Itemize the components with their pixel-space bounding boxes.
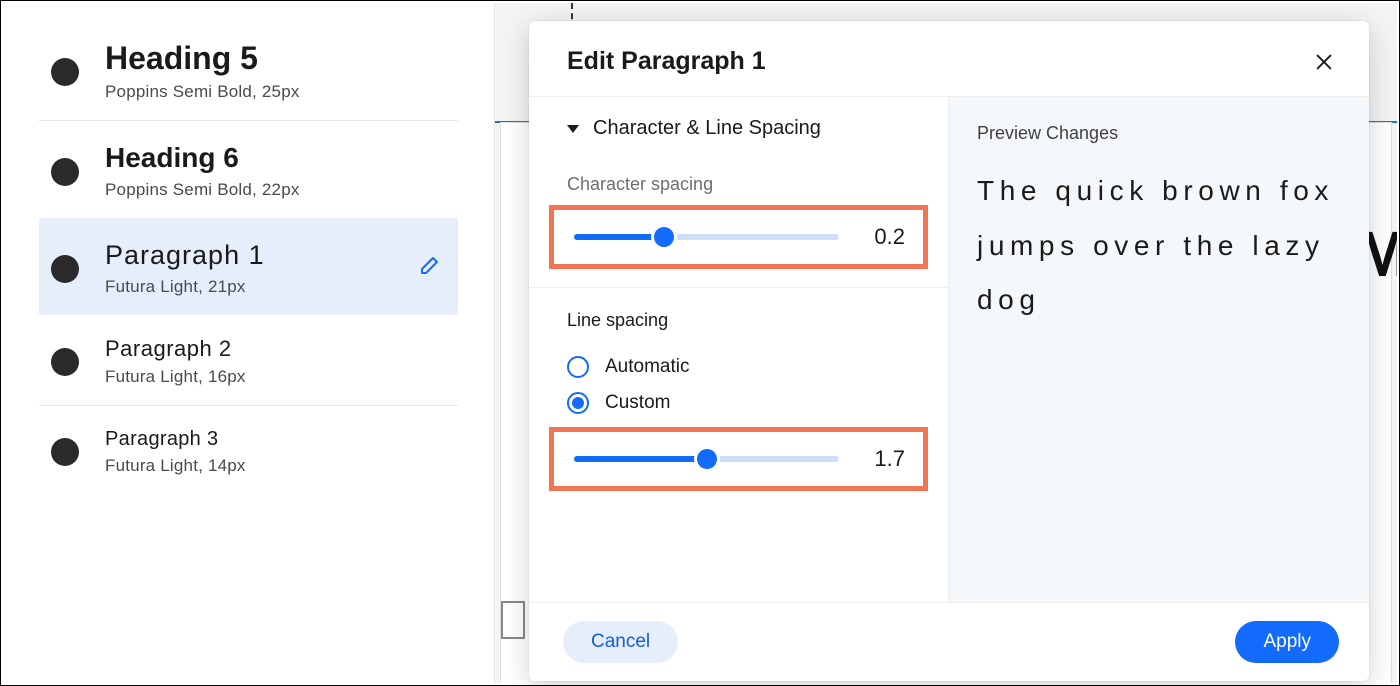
bullet-icon	[51, 58, 79, 86]
style-list: Heading 5 Poppins Semi Bold, 25px Headin…	[3, 19, 494, 494]
line-spacing-custom[interactable]: Custom	[567, 385, 910, 421]
style-name: Heading 5	[105, 41, 300, 76]
line-spacing-slider[interactable]	[574, 450, 839, 468]
preview-label: Preview Changes	[977, 123, 1341, 144]
preview-text: The quick brown fox jumps over the lazy …	[977, 164, 1341, 328]
line-spacing-label: Line spacing	[529, 292, 948, 341]
style-texts: Paragraph 1 Futura Light, 21px	[105, 241, 265, 297]
divider	[529, 287, 948, 288]
line-spacing-value: 1.7	[859, 446, 905, 472]
slider-fill	[574, 234, 664, 240]
cancel-button[interactable]: Cancel	[563, 621, 678, 663]
style-texts: Heading 5 Poppins Semi Bold, 25px	[105, 41, 300, 102]
style-item-heading-5[interactable]: Heading 5 Poppins Semi Bold, 25px	[39, 19, 458, 121]
character-spacing-control: 0.2	[549, 205, 928, 269]
style-meta: Futura Light, 16px	[105, 367, 246, 387]
style-item-heading-6[interactable]: Heading 6 Poppins Semi Bold, 22px	[39, 121, 458, 219]
line-spacing-control: 1.7	[549, 427, 928, 491]
pencil-icon	[416, 266, 440, 283]
character-spacing-value: 0.2	[859, 224, 905, 250]
section-header-spacing[interactable]: Character & Line Spacing	[529, 97, 948, 156]
edit-style-popup: Edit Paragraph 1 Character & Line Spacin…	[529, 21, 1369, 681]
section-header-label: Character & Line Spacing	[593, 117, 821, 140]
slider-thumb[interactable]	[654, 227, 674, 247]
line-spacing-automatic[interactable]: Automatic	[567, 349, 910, 385]
popup-footer: Cancel Apply	[529, 603, 1369, 681]
popup-header: Edit Paragraph 1	[529, 21, 1369, 96]
edit-style-button[interactable]	[416, 255, 440, 279]
style-texts: Paragraph 3 Futura Light, 14px	[105, 428, 246, 476]
shape-rect	[501, 601, 525, 639]
bullet-icon	[51, 255, 79, 283]
apply-button[interactable]: Apply	[1235, 621, 1339, 663]
radio-label: Custom	[605, 392, 670, 414]
character-spacing-slider[interactable]	[574, 228, 839, 246]
close-button[interactable]	[1313, 51, 1335, 73]
style-item-paragraph-3[interactable]: Paragraph 3 Futura Light, 14px	[39, 406, 458, 494]
style-texts: Paragraph 2 Futura Light, 16px	[105, 337, 246, 387]
style-name: Heading 6	[105, 143, 300, 174]
slider-fill	[574, 456, 707, 462]
spacing-controls-panel: Character & Line Spacing Character spaci…	[529, 97, 949, 602]
caret-down-icon	[567, 125, 579, 133]
style-texts: Heading 6 Poppins Semi Bold, 22px	[105, 143, 300, 200]
style-item-paragraph-2[interactable]: Paragraph 2 Futura Light, 16px	[39, 315, 458, 406]
style-list-panel: Heading 5 Poppins Semi Bold, 25px Headin…	[3, 3, 495, 683]
style-meta: Poppins Semi Bold, 25px	[105, 82, 300, 102]
style-meta: Futura Light, 21px	[105, 277, 265, 297]
popup-title: Edit Paragraph 1	[567, 47, 766, 76]
style-name: Paragraph 3	[105, 428, 246, 450]
preview-panel: Preview Changes The quick brown fox jump…	[949, 97, 1369, 602]
popup-body: Character & Line Spacing Character spaci…	[529, 96, 1369, 603]
character-spacing-label: Character spacing	[529, 156, 948, 205]
bullet-icon	[51, 438, 79, 466]
slider-thumb[interactable]	[697, 449, 717, 469]
radio-selected-dot	[572, 397, 584, 409]
style-item-paragraph-1[interactable]: Paragraph 1 Futura Light, 21px	[39, 219, 458, 315]
style-name: Paragraph 2	[105, 337, 246, 361]
bullet-icon	[51, 158, 79, 186]
radio-icon	[567, 356, 589, 378]
line-spacing-radio-group: Automatic Custom	[529, 341, 948, 427]
style-meta: Futura Light, 14px	[105, 456, 246, 476]
close-icon	[1313, 60, 1335, 77]
radio-label: Automatic	[605, 356, 689, 378]
style-meta: Poppins Semi Bold, 22px	[105, 180, 300, 200]
bullet-icon	[51, 348, 79, 376]
radio-icon	[567, 392, 589, 414]
style-name: Paragraph 1	[105, 241, 265, 271]
app-root: Heading 5 Poppins Semi Bold, 25px Headin…	[0, 0, 1400, 686]
